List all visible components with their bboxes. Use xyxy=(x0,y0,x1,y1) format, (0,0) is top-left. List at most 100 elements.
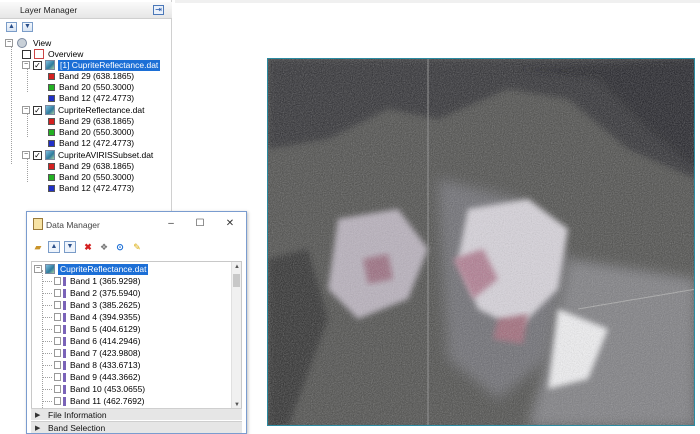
collapse-icon[interactable]: ▼ xyxy=(64,241,76,253)
band-label: Band 8 (433.6713) xyxy=(70,360,141,370)
tree-row-view[interactable]: − View xyxy=(5,38,165,49)
close-file-icon[interactable]: ✖ xyxy=(82,241,94,253)
band-checkbox[interactable] xyxy=(54,301,61,309)
scroll-up-arrow[interactable]: ▲ xyxy=(232,262,241,272)
band-row[interactable]: Band 4 (394.9355) xyxy=(42,312,214,323)
expand-all-button[interactable]: ▼ xyxy=(22,22,33,32)
tree-row-layer[interactable]: − ✓ CupriteAVIRISSubset.dat xyxy=(22,150,170,161)
band-checkbox[interactable] xyxy=(54,349,61,357)
band-label: Band 4 (394.9355) xyxy=(70,312,141,322)
tree-row-layer[interactable]: − ✓ CupriteReflectance.dat xyxy=(22,105,170,116)
tree-row-band[interactable]: Band 29 (638.1865) xyxy=(48,116,168,127)
band-icon xyxy=(63,337,66,346)
vertical-scrollbar[interactable]: ▲ ▼ xyxy=(231,262,241,410)
tree-row-band[interactable]: Band 12 (472.4773) xyxy=(48,183,168,194)
data-manager-titlebar[interactable]: Data Manager – ☐ ✕ xyxy=(27,212,246,237)
band-row[interactable]: Band 11 (462.7692) xyxy=(42,396,214,407)
band-checkbox[interactable] xyxy=(54,337,61,345)
band-icon xyxy=(63,349,66,358)
scroll-thumb[interactable] xyxy=(233,274,240,287)
band-checkbox[interactable] xyxy=(54,385,61,393)
cuprite-image-display[interactable] xyxy=(267,58,695,426)
close-button[interactable]: ✕ xyxy=(224,218,236,230)
band-row[interactable]: Band 6 (414.2946) xyxy=(42,336,214,347)
expand-icon[interactable]: ▲ xyxy=(48,241,60,253)
image-view[interactable] xyxy=(175,0,700,434)
expand-toggle-layer[interactable]: − xyxy=(22,61,30,69)
tree-row-band[interactable]: Band 29 (638.1865) xyxy=(48,71,168,82)
layer-visibility-checkbox[interactable]: ✓ xyxy=(33,151,42,160)
red-band-icon xyxy=(48,118,55,125)
minimize-button[interactable]: – xyxy=(165,218,177,230)
band-icon xyxy=(63,385,66,394)
layer-visibility-checkbox[interactable]: ✓ xyxy=(33,61,42,70)
band-checkbox[interactable] xyxy=(54,313,61,321)
auto-hide-pin-icon[interactable]: ⇥ xyxy=(153,5,164,15)
band-row[interactable]: Band 5 (404.6129) xyxy=(42,324,214,335)
satellite-image xyxy=(268,59,694,425)
tree-row-layer[interactable]: − ✓ [1] CupriteReflectance.dat xyxy=(22,60,170,71)
tree-row-band[interactable]: Band 29 (638.1865) xyxy=(48,161,168,172)
blue-band-icon xyxy=(48,185,55,192)
band-row[interactable]: Band 7 (423.9808) xyxy=(42,348,214,359)
section-file-information[interactable]: ▶ File Information xyxy=(31,408,242,420)
band-label: Band 29 (638.1865) xyxy=(59,71,135,81)
band-label: Band 6 (414.2946) xyxy=(70,336,141,346)
file-row[interactable]: − CupriteReflectance.dat xyxy=(34,264,224,275)
collapse-all-button[interactable]: ▲ xyxy=(6,22,17,32)
band-checkbox[interactable] xyxy=(54,397,61,405)
band-icon xyxy=(63,289,66,298)
layer-manager-titlebar: Layer Manager ⇥ xyxy=(0,2,172,19)
band-checkbox[interactable] xyxy=(54,373,61,381)
band-checkbox[interactable] xyxy=(54,277,61,285)
tree-row-band[interactable]: Band 20 (550.3000) xyxy=(48,82,168,93)
band-checkbox[interactable] xyxy=(54,361,61,369)
band-row[interactable]: Band 9 (443.3662) xyxy=(42,372,214,383)
band-label: Band 12 (472.4773) xyxy=(59,93,135,103)
tree-row-band[interactable]: Band 20 (550.3000) xyxy=(48,172,168,183)
maximize-button[interactable]: ☐ xyxy=(194,218,206,230)
section-expand-arrow: ▶ xyxy=(35,412,41,419)
band-row[interactable]: Band 3 (385.2625) xyxy=(42,300,214,311)
tree-row-band[interactable]: Band 20 (550.3000) xyxy=(48,127,168,138)
band-row[interactable]: Band 1 (365.9298) xyxy=(42,276,214,287)
expand-toggle-layer[interactable]: − xyxy=(22,106,30,114)
link-icon[interactable]: ⊙ xyxy=(114,241,126,253)
data-manager-file-tree[interactable]: − CupriteReflectance.dat Band 1 (365.929… xyxy=(31,261,242,411)
band-row[interactable]: Band 2 (375.5940) xyxy=(42,288,214,299)
green-band-icon xyxy=(48,174,55,181)
layer-name: CupriteAVIRISSubset.dat xyxy=(58,150,154,160)
tree-row-band[interactable]: Band 12 (472.4773) xyxy=(48,138,168,149)
expand-toggle-view[interactable]: − xyxy=(5,39,13,47)
expand-toggle-file[interactable]: − xyxy=(34,265,42,273)
band-row[interactable]: Band 10 (453.0655) xyxy=(42,384,214,395)
band-row[interactable]: Band 8 (433.6713) xyxy=(42,360,214,371)
section-band-selection[interactable]: ▶ Band Selection xyxy=(31,421,242,433)
layer-name: CupriteReflectance.dat xyxy=(58,105,145,115)
view-icon xyxy=(17,38,27,48)
green-band-icon xyxy=(48,129,55,136)
band-label: Band 9 (443.3662) xyxy=(70,372,141,382)
expand-toggle-layer[interactable]: − xyxy=(22,151,30,159)
band-animation-icon[interactable]: ❖ xyxy=(98,241,110,253)
blue-band-icon xyxy=(48,140,55,147)
raster-layer-icon xyxy=(45,105,55,115)
pin-icon[interactable]: ✎ xyxy=(131,241,143,253)
view-top-strip xyxy=(175,0,700,3)
raster-file-icon xyxy=(45,264,55,274)
tree-row-band[interactable]: Band 12 (472.4773) xyxy=(48,93,168,104)
overview-label: Overview xyxy=(48,49,84,59)
band-label: Band 12 (472.4773) xyxy=(59,138,135,148)
tree-row-overview[interactable]: Overview xyxy=(22,49,162,60)
section-label: Band Selection xyxy=(48,423,106,433)
data-manager-window[interactable]: Data Manager – ☐ ✕ ▰ ▲ ▼ ✖ ❖ ⊙ ✎ − Cupri… xyxy=(26,211,247,434)
blue-band-icon xyxy=(48,95,55,102)
open-folder-icon[interactable]: ▰ xyxy=(32,241,44,253)
band-checkbox[interactable] xyxy=(54,325,61,333)
overview-checkbox[interactable] xyxy=(22,50,31,59)
band-icon xyxy=(63,373,66,382)
layer-visibility-checkbox[interactable]: ✓ xyxy=(33,106,42,115)
red-band-icon xyxy=(48,163,55,170)
green-band-icon xyxy=(48,84,55,91)
band-checkbox[interactable] xyxy=(54,289,61,297)
